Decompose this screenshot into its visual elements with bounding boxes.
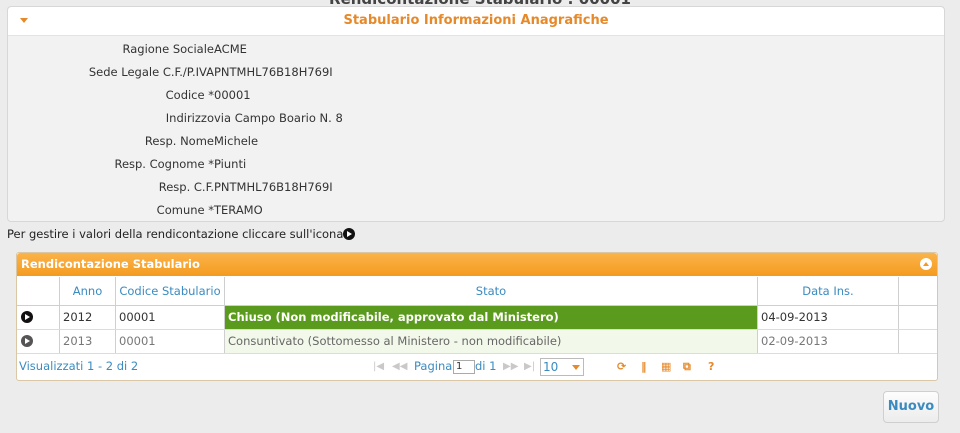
grid-pager: Visualizzati 1 - 2 di 2 |◀ ◀◀ Pagina 1 d…: [17, 354, 937, 379]
page-of-label: di 1: [475, 359, 497, 373]
row-action-cell[interactable]: [17, 306, 60, 329]
field-row-sede-legale: Sede Legale C.F./P.IVA PNTMHL76B18H769I: [8, 62, 608, 82]
separator-icon: ‖: [641, 360, 647, 373]
cell-anno: 2013: [60, 330, 116, 353]
header-blank: [17, 277, 60, 305]
play-icon[interactable]: [21, 311, 33, 323]
popup-icon[interactable]: ⧉: [683, 354, 691, 379]
field-value: ACME: [214, 42, 247, 56]
cell-codice: 00001: [116, 330, 225, 353]
header-anno[interactable]: Anno: [60, 277, 116, 305]
table-row[interactable]: 2012 00001 Chiuso (Non modificabile, app…: [17, 306, 937, 330]
field-label: Resp. Nome: [144, 134, 214, 148]
instruction-label: Per gestire i valori della rendicontazio…: [7, 227, 344, 241]
field-value: via Campo Boario N. 8: [214, 111, 343, 125]
play-icon: [343, 228, 355, 240]
rows-per-page-value: 10: [543, 360, 559, 374]
field-label: Resp. C.F.: [158, 180, 214, 194]
field-value: TERAMO: [214, 203, 263, 217]
cell-anno: 2012: [60, 306, 116, 329]
panel-title: Stabulario Informazioni Anagrafiche: [343, 13, 609, 28]
grid-header-row: Anno Codice Stabulario Stato Data Ins.: [17, 277, 937, 306]
help-icon[interactable]: ?: [708, 354, 714, 379]
field-row-resp-cognome: Resp. Cognome * Piunti: [8, 154, 608, 174]
next-page-icon[interactable]: ▶▶: [503, 354, 518, 379]
field-row-resp-nome: Resp. Nome Michele: [8, 131, 608, 151]
anagrafica-panel: Stabulario Informazioni Anagrafiche Ragi…: [7, 6, 945, 222]
prev-page-icon[interactable]: ◀◀: [392, 354, 407, 379]
header-stato[interactable]: Stato: [225, 277, 758, 305]
last-page-icon[interactable]: ▶|: [524, 354, 535, 379]
field-value: Piunti: [214, 157, 247, 171]
rows-per-page-select[interactable]: 10: [540, 358, 584, 376]
header-codice-stabulario[interactable]: Codice Stabulario: [116, 277, 225, 305]
field-row-comune: Comune * TERAMO: [8, 200, 608, 220]
field-row-codice: Codice * 00001: [8, 85, 608, 105]
field-label: Indirizzo: [165, 111, 214, 125]
collapse-grid-icon[interactable]: [920, 258, 932, 270]
field-row-indirizzo: Indirizzo via Campo Boario N. 8: [8, 108, 608, 128]
cell-stato: Consuntivato (Sottomesso al Ministero - …: [225, 330, 758, 353]
grid-caption: Rendicontazione Stabulario: [17, 253, 937, 276]
row-action-cell[interactable]: [17, 330, 60, 353]
field-value: Michele: [214, 134, 259, 148]
field-value: PNTMHL76B18H769I: [214, 180, 333, 194]
field-label: Codice *: [165, 88, 214, 102]
play-icon[interactable]: [21, 335, 33, 347]
field-label: Sede Legale C.F./P.IVA: [88, 65, 214, 79]
field-value: 00001: [214, 88, 251, 102]
page-input[interactable]: 1: [453, 360, 475, 374]
page-label: Pagina: [414, 359, 453, 373]
instruction-text: Per gestire i valori della rendicontazio…: [7, 227, 355, 241]
table-row[interactable]: 2013 00001 Consuntivato (Sottomesso al M…: [17, 330, 937, 354]
grid-caption-title: Rendicontazione Stabulario: [21, 257, 200, 271]
grid-view-icon[interactable]: ▦: [661, 354, 671, 379]
field-label: Comune *: [156, 203, 214, 217]
cell-data-ins: 04-09-2013: [758, 306, 899, 329]
field-row-resp-cf: Resp. C.F. PNTMHL76B18H769I: [8, 177, 608, 197]
chevron-down-icon: [572, 365, 580, 370]
panel-header[interactable]: Stabulario Informazioni Anagrafiche: [8, 7, 944, 36]
field-value: PNTMHL76B18H769I: [214, 65, 333, 79]
pager-info: Visualizzati 1 - 2 di 2: [19, 359, 139, 373]
header-data-ins[interactable]: Data Ins.: [758, 277, 899, 305]
first-page-icon[interactable]: |◀: [373, 354, 384, 379]
field-label: Ragione Sociale: [122, 42, 214, 56]
field-row-ragione-sociale: Ragione Sociale ACME: [8, 39, 608, 59]
nuovo-button[interactable]: Nuovo: [883, 391, 939, 423]
field-label: Resp. Cognome *: [114, 157, 214, 171]
cell-data-ins: 02-09-2013: [758, 330, 899, 353]
cell-stato: Chiuso (Non modificabile, approvato dal …: [225, 306, 758, 329]
cell-codice: 00001: [116, 306, 225, 329]
refresh-icon[interactable]: ⟳: [617, 354, 626, 379]
rendicontazione-grid: Rendicontazione Stabulario Anno Codice S…: [16, 252, 938, 381]
